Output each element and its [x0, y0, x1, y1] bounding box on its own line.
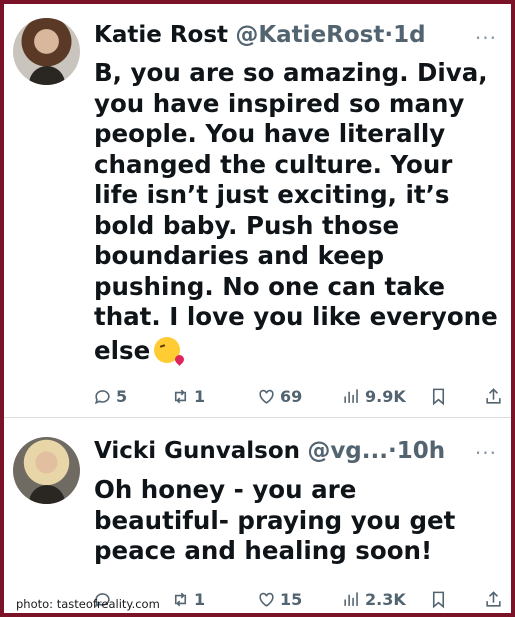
more-options-icon[interactable]: ···: [475, 28, 497, 48]
heart-icon: [259, 592, 274, 607]
repost-count: 1: [194, 589, 206, 609]
tweet-actions: 5 1 69 9.9K: [91, 384, 501, 408]
like-button[interactable]: 15: [257, 587, 302, 611]
repost-count: 1: [194, 386, 206, 406]
avatar[interactable]: [13, 437, 80, 504]
timestamp[interactable]: 10h: [397, 438, 445, 464]
views-button[interactable]: 9.9K: [342, 384, 406, 408]
views-chart-icon: [344, 388, 358, 403]
kissing-face-emoji-icon: [154, 336, 181, 363]
tweet-text: B, you are so amazing. Diva, you have in…: [94, 58, 499, 366]
views-count: 9.9K: [365, 386, 406, 406]
like-count: 69: [280, 386, 303, 406]
author-handle[interactable]: @KatieRost: [235, 22, 384, 48]
repost-icon: [174, 592, 187, 606]
share-button[interactable]: [484, 384, 503, 408]
reply-icon: [94, 389, 110, 404]
tweet[interactable]: Vicki Gunvalson @vg...·10h ··· Oh honey …: [4, 419, 511, 613]
timestamp[interactable]: 1d: [393, 22, 425, 48]
tweet-header: Katie Rost @KatieRost·1d: [94, 21, 426, 49]
share-icon: [486, 387, 501, 404]
avatar[interactable]: [13, 18, 80, 85]
like-button[interactable]: 69: [257, 384, 302, 408]
repost-button[interactable]: 1: [171, 587, 205, 611]
author-name[interactable]: Katie Rost: [94, 22, 228, 48]
repost-button[interactable]: 1: [171, 384, 205, 408]
reply-button[interactable]: 5: [93, 384, 127, 408]
views-button[interactable]: 2.3K: [342, 587, 406, 611]
bookmark-icon: [432, 591, 445, 608]
screenshot-frame: Katie Rost @KatieRost·1d ··· B, you are …: [4, 4, 511, 613]
tweet-divider: [4, 417, 511, 418]
tweet-text-content: B, you are so amazing. Diva, you have in…: [94, 58, 498, 365]
share-icon: [486, 590, 501, 607]
views-chart-icon: [344, 591, 358, 606]
heart-icon: [259, 389, 274, 404]
tweet[interactable]: Katie Rost @KatieRost·1d ··· B, you are …: [4, 4, 511, 418]
bookmark-button[interactable]: [429, 587, 448, 611]
like-count: 15: [280, 589, 303, 609]
bookmark-icon: [432, 388, 445, 405]
photo-credit: photo: tasteofreality.com: [16, 597, 160, 611]
repost-icon: [174, 389, 187, 403]
separator-dot: ·: [387, 438, 397, 464]
reply-count: 5: [116, 386, 128, 406]
separator-dot: ·: [384, 22, 394, 48]
bookmark-button[interactable]: [429, 384, 448, 408]
tweet-text: Oh honey - you are beautiful- praying yo…: [94, 475, 456, 565]
tweet-header: Vicki Gunvalson @vg...·10h: [94, 437, 445, 465]
views-count: 2.3K: [365, 589, 406, 609]
more-options-icon[interactable]: ···: [475, 443, 497, 463]
author-name[interactable]: Vicki Gunvalson: [94, 438, 300, 464]
author-handle[interactable]: @vg...: [307, 438, 388, 464]
share-button[interactable]: [484, 587, 503, 611]
